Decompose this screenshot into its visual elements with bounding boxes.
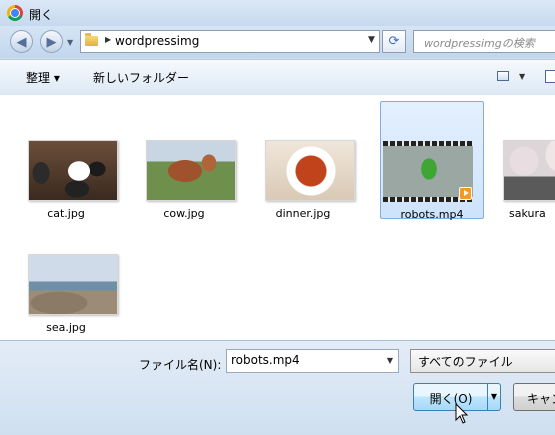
window-title: 開く <box>29 8 54 22</box>
video-play-icon <box>459 187 472 200</box>
address-bar[interactable]: ▶ wordpressimg ▼ <box>80 30 380 53</box>
breadcrumb-folder[interactable]: wordpressimg <box>115 34 199 48</box>
file-name: cow.jpg <box>163 207 205 220</box>
chrome-icon <box>7 5 23 21</box>
file-tile-robots[interactable]: robots.mp4 <box>380 101 484 221</box>
image-thumbnail <box>28 254 118 315</box>
filename-value: robots.mp4 <box>231 353 300 367</box>
folder-icon <box>85 33 98 46</box>
view-options-chevron-icon[interactable]: ▼ <box>519 72 525 81</box>
open-options-chevron-icon[interactable]: ▼ <box>487 383 501 411</box>
image-thumbnail <box>503 140 555 201</box>
recent-locations-chevron-icon[interactable]: ▼ <box>67 38 73 47</box>
open-button[interactable]: 開く(O) <box>413 383 489 411</box>
back-arrow-icon[interactable]: ◀ <box>10 30 33 53</box>
navigation-bar: ◀ ▶ ▼ ▶ wordpressimg ▼ ⟳ wordpressimgの検索 <box>0 26 555 58</box>
file-tile-dinner[interactable]: dinner.jpg <box>251 101 355 220</box>
organize-button[interactable]: 整理 ▾ <box>26 69 60 86</box>
image-thumbnail <box>146 140 236 201</box>
file-name: robots.mp4 <box>400 208 464 221</box>
file-tile-sakura[interactable]: sakura <box>490 101 555 219</box>
mouse-cursor-icon <box>455 403 469 424</box>
file-name: dinner.jpg <box>275 207 331 220</box>
file-tile-cat[interactable]: cat.jpg <box>14 101 118 220</box>
preview-pane-icon[interactable] <box>545 70 555 83</box>
command-toolbar: 整理 ▾ 新しいフォルダー ▼ <box>0 59 555 96</box>
breadcrumb-arrow-icon[interactable]: ▶ <box>105 35 111 44</box>
filename-label: ファイル名(N): <box>139 358 222 372</box>
image-thumbnail <box>265 140 355 201</box>
refresh-icon[interactable]: ⟳ <box>382 30 406 53</box>
file-tile-sea[interactable]: sea.jpg <box>14 215 118 334</box>
search-input[interactable]: wordpressimgの検索 <box>413 30 555 53</box>
filename-field[interactable]: robots.mp4 ▼ <box>226 349 399 373</box>
address-history-chevron-icon[interactable]: ▼ <box>368 35 375 45</box>
change-view-icon[interactable] <box>497 71 509 81</box>
dialog-footer: ファイル名(N): robots.mp4 ▼ すべてのファイル 開く(O) ▼ … <box>0 340 555 435</box>
file-name: sakura <box>509 207 546 219</box>
forward-arrow-icon[interactable]: ▶ <box>40 30 63 53</box>
cancel-button[interactable]: キャン <box>513 383 555 411</box>
file-name: sea.jpg <box>46 321 86 334</box>
title-bar: 開く <box>0 0 555 26</box>
filename-history-chevron-icon[interactable]: ▼ <box>387 356 393 365</box>
file-type-select[interactable]: すべてのファイル <box>410 349 555 373</box>
file-list: cat.jpg cow.jpg dinner.jpg robots.mp4 sa… <box>0 95 555 340</box>
image-thumbnail <box>28 140 118 201</box>
new-folder-button[interactable]: 新しいフォルダー <box>93 69 189 86</box>
file-tile-cow[interactable]: cow.jpg <box>132 101 236 220</box>
